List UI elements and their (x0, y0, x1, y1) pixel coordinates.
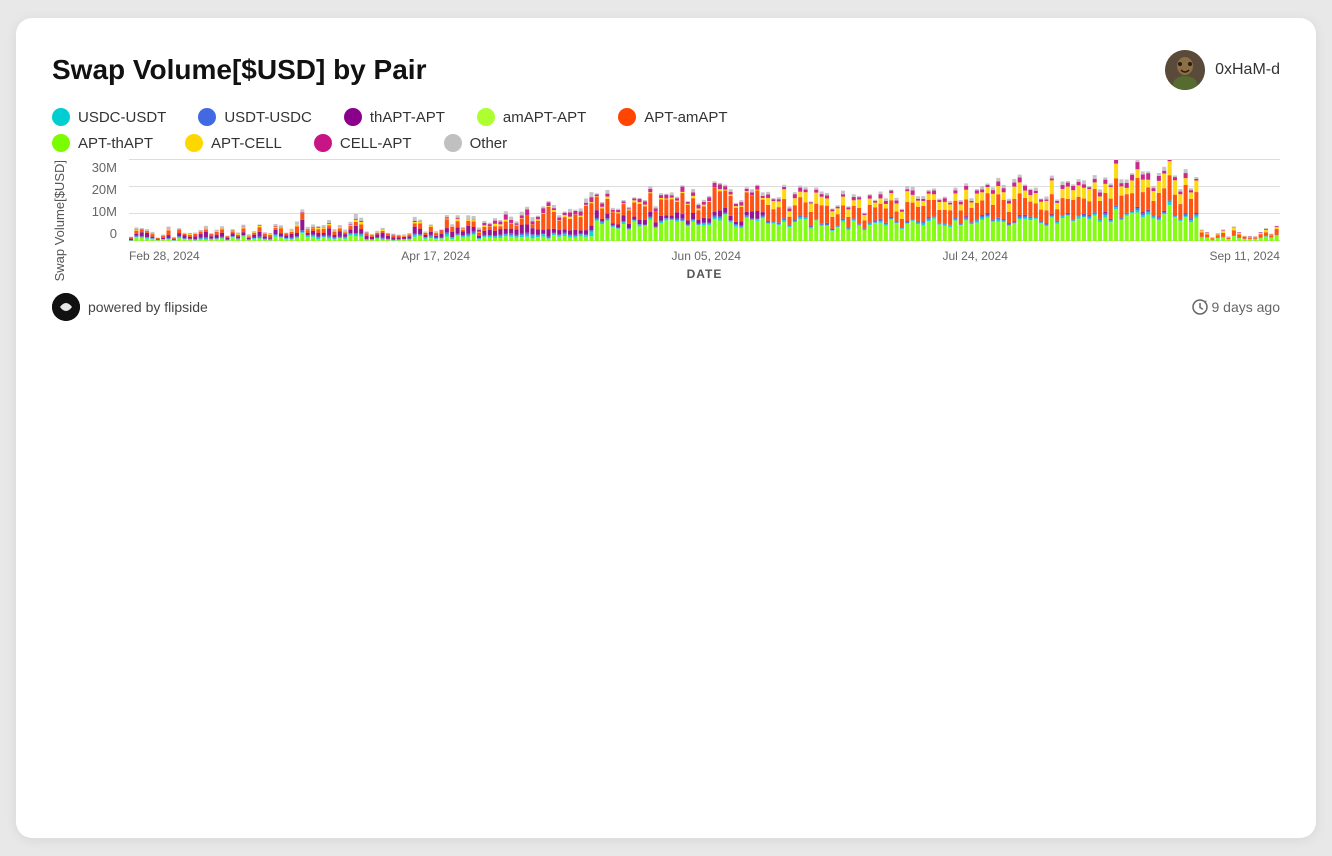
chart-area: Swap Volume[$USD] 0 10M 20M 30M Feb 28, 202… (52, 160, 1280, 281)
chart-wrapper: 0 10M 20M 30M Feb 28, 2024 Apr 17, 2024 Jun 0… (75, 160, 1280, 281)
timestamp-text: 9 days ago (1212, 299, 1281, 315)
y-tick: 0 (75, 226, 125, 241)
legend-row-1: USDC-USDT USDT-USDC thAPT-APT amAPT-APT APT-… (52, 108, 1280, 126)
legend-dot (314, 134, 332, 152)
avatar (1165, 50, 1205, 90)
x-tick: Jun 05, 2024 (672, 249, 741, 263)
x-tick: Sep 11, 2024 (1209, 249, 1280, 263)
legend-label: APT-amAPT (644, 109, 727, 126)
legend-dot (444, 134, 462, 152)
x-tick: Jul 24, 2024 (943, 249, 1008, 263)
chart-svg (129, 160, 1280, 241)
legend-label: APT-thAPT (78, 135, 153, 152)
legend-dot (52, 108, 70, 126)
clock-icon (1192, 299, 1208, 315)
legend-item: CELL-APT (314, 134, 412, 152)
legend-label: USDC-USDT (78, 109, 166, 126)
y-axis-label: Swap Volume[$USD] (52, 160, 67, 281)
legend-dot (52, 134, 70, 152)
legend-label: CELL-APT (340, 135, 412, 152)
legend-dot (198, 108, 216, 126)
legend-label: APT-CELL (211, 135, 282, 152)
legend-item: APT-thAPT (52, 134, 153, 152)
user-badge: 0xHaM-d (1165, 50, 1280, 90)
legend-item: APT-CELL (185, 134, 282, 152)
chart-title: Swap Volume[$USD] by Pair (52, 54, 426, 86)
x-tick: Feb 28, 2024 (129, 249, 200, 263)
x-tick: Apr 17, 2024 (401, 249, 470, 263)
legend-dot (185, 134, 203, 152)
timestamp: 9 days ago (1192, 299, 1281, 315)
legend-item: USDC-USDT (52, 108, 166, 126)
powered-by: powered by flipside (52, 293, 208, 321)
legend-item: Other (444, 134, 508, 152)
x-axis-label: DATE (129, 267, 1280, 281)
legend-dot (618, 108, 636, 126)
legend-row-2: APT-thAPT APT-CELL CELL-APT Other (52, 134, 1280, 152)
y-tick: 10M (75, 204, 125, 219)
username: 0xHaM-d (1215, 61, 1280, 79)
legend-label: thAPT-APT (370, 109, 445, 126)
y-tick: 20M (75, 182, 125, 197)
legend-item: APT-amAPT (618, 108, 727, 126)
legend-label: amAPT-APT (503, 109, 586, 126)
legend-item: USDT-USDC (198, 108, 312, 126)
legend-item: thAPT-APT (344, 108, 445, 126)
powered-by-text: powered by flipside (88, 299, 208, 315)
legend-item: amAPT-APT (477, 108, 586, 126)
chart-inner (129, 160, 1280, 241)
legend-dot (344, 108, 362, 126)
main-card: Swap Volume[$USD] by Pair 0xHaM-d USDC-U… (16, 18, 1316, 838)
legend-label: USDT-USDC (224, 109, 312, 126)
footer: powered by flipside 9 days ago (52, 293, 1280, 321)
legend-label: Other (470, 135, 508, 152)
y-tick: 30M (75, 160, 125, 175)
header: Swap Volume[$USD] by Pair 0xHaM-d (52, 50, 1280, 90)
legend: USDC-USDT USDT-USDC thAPT-APT amAPT-APT APT-… (52, 108, 1280, 152)
flipside-logo (52, 293, 80, 321)
y-axis: 0 10M 20M 30M (75, 160, 125, 241)
legend-dot (477, 108, 495, 126)
